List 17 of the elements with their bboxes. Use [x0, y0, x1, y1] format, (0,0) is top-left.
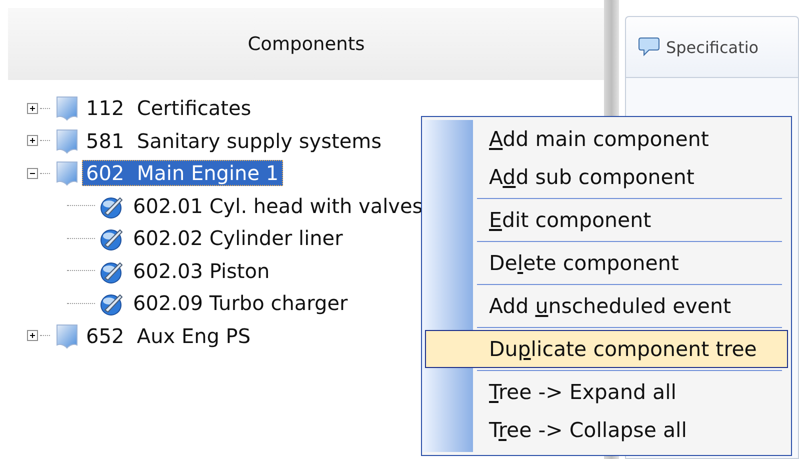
panel-title: Components [248, 34, 365, 54]
tree-item[interactable]: 602.09 Turbo charger [129, 290, 352, 316]
menu-item[interactable]: Delete component [425, 244, 788, 282]
tree-item[interactable]: 112 Certificates [82, 95, 256, 122]
menu-item[interactable]: Edit component [425, 201, 788, 239]
tree-item[interactable]: 652 Aux Eng PS [82, 322, 255, 349]
menu-item[interactable]: Add sub component [425, 158, 788, 196]
menu-item[interactable]: Tree -> Collapse all [425, 411, 788, 449]
tree-item[interactable]: 602.02 Cylinder liner [129, 225, 347, 252]
menu-item[interactable]: Add main component [425, 120, 788, 158]
specification-tab[interactable]: Specificatio [624, 16, 799, 77]
menu-item[interactable]: Tree -> Expand all [425, 373, 788, 411]
menu-item[interactable]: Duplicate component tree [425, 330, 788, 368]
menu-item[interactable]: Add unscheduled event [425, 287, 788, 325]
tree-item[interactable]: 602.03 Piston [129, 258, 274, 284]
tree-item[interactable]: 581 Sanitary supply systems [82, 128, 386, 154]
tree-item[interactable]: 602 Main Engine 1 [82, 160, 283, 186]
